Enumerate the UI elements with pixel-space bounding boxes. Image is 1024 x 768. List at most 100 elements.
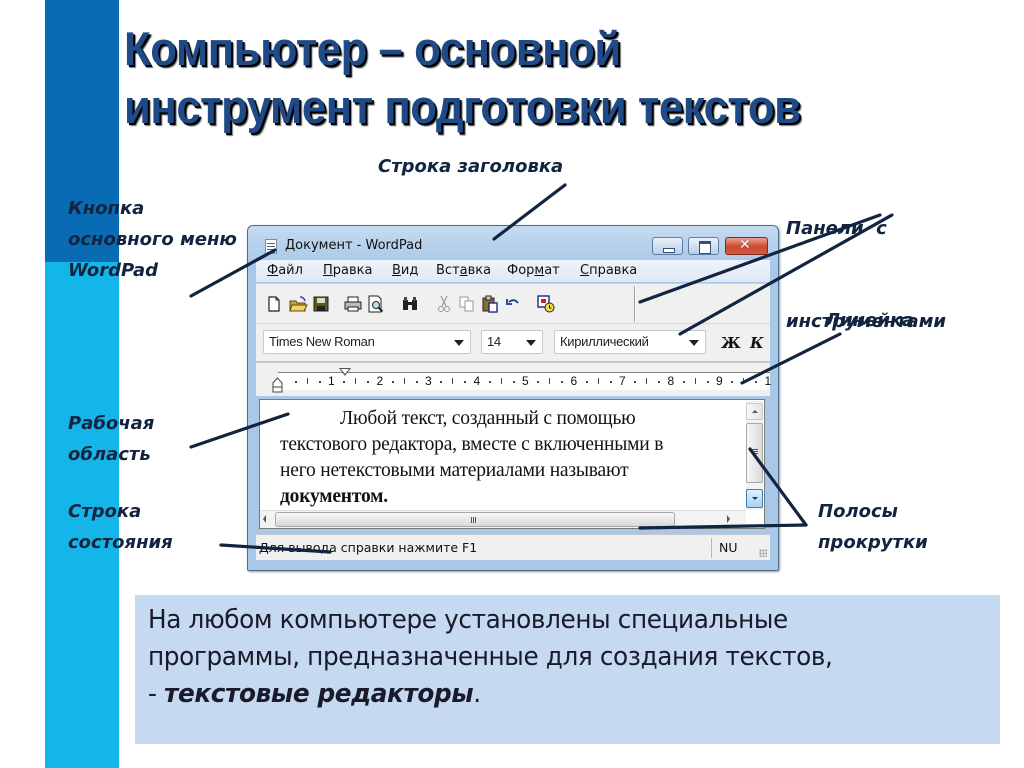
standard-toolbar — [256, 283, 770, 323]
find-binoculars-icon — [403, 297, 417, 310]
menu-label: правка — [589, 263, 638, 278]
callout-line: Рабочая — [68, 413, 155, 434]
info-line-3: - текстовые редакторы. — [148, 676, 973, 713]
wordpad-app-icon[interactable] — [265, 239, 277, 254]
scroll-right-icon[interactable] — [727, 515, 730, 523]
slide-title-line-2: инструмент подготовки текстов — [124, 80, 801, 133]
menu-accel: П — [323, 263, 333, 278]
callout-line: основного меню — [68, 229, 237, 250]
callout-line: состояния — [68, 532, 173, 553]
menu-format[interactable]: Формат — [507, 263, 560, 278]
scroll-down-button[interactable] — [746, 489, 763, 508]
cut-button[interactable] — [434, 294, 454, 314]
script-select[interactable]: Кириллический — [554, 330, 706, 354]
ruler-dot — [682, 381, 685, 383]
vertical-scrollbar[interactable] — [746, 401, 763, 510]
ruler-dot — [440, 381, 442, 383]
callout-work-area: Рабочая область — [68, 408, 154, 470]
ruler-dot — [755, 381, 757, 383]
scroll-up-button[interactable] — [746, 403, 763, 420]
chevron-down-icon — [454, 340, 464, 346]
callout-ruler: Линейка — [825, 305, 914, 336]
wordpad-window: Документ - WordPad Файл Правка Вид Встав… — [247, 225, 779, 571]
menu-accel: а — [459, 263, 468, 278]
document-line-text: Любой текст, созданный с помощью — [340, 408, 636, 429]
document-text[interactable]: Любой текст, созданный с помощью текстов… — [280, 406, 742, 510]
left-indent-marker[interactable] — [272, 377, 283, 393]
undo-button[interactable] — [503, 294, 523, 314]
first-line-indent-marker[interactable] — [339, 368, 351, 376]
save-button[interactable] — [311, 294, 331, 314]
print-preview-button[interactable] — [366, 294, 386, 314]
info-text: На любом компьютере установлены специаль… — [148, 602, 973, 713]
ruler-number: 5 — [522, 374, 529, 388]
callout-line: Строка — [68, 501, 142, 522]
ruler-dot — [488, 381, 491, 383]
menu-edit[interactable]: Правка — [323, 263, 372, 278]
menu-view[interactable]: Вид — [392, 263, 418, 278]
menu-accel: Ф — [267, 263, 279, 278]
info-line-1: На любом компьютере установлены специаль… — [148, 605, 788, 635]
insert-date-time-button[interactable] — [536, 294, 556, 314]
italic-button[interactable]: К — [750, 334, 764, 352]
chevron-down-icon — [526, 340, 536, 346]
minimize-button[interactable] — [652, 237, 683, 255]
ruler-number: 3 — [425, 374, 432, 388]
font-size-select[interactable]: 14 — [481, 330, 543, 354]
print-button[interactable] — [343, 294, 363, 314]
maximize-button[interactable] — [688, 237, 719, 255]
callout-line: Полосы — [818, 501, 898, 522]
status-divider — [711, 538, 712, 558]
ruler-number: 7 — [619, 374, 626, 388]
vertical-scroll-thumb[interactable] — [746, 423, 763, 483]
menu-label: равка — [332, 263, 373, 278]
ruler-tick — [597, 378, 599, 384]
menu-label: вка — [467, 263, 492, 278]
callout-status-bar: Строка состояния — [68, 496, 173, 558]
document-line-text: текстового редактора, вместе с включенны… — [280, 434, 664, 455]
print-icon — [344, 296, 362, 312]
find-button[interactable] — [400, 294, 420, 314]
font-size-value: 14 — [487, 334, 501, 349]
ruler-tick — [403, 378, 405, 384]
resize-grip-icon[interactable] — [759, 549, 767, 557]
scroll-left-icon[interactable] — [263, 515, 266, 523]
document-work-area[interactable]: Любой текст, созданный с помощью текстов… — [259, 399, 765, 529]
ruler-tick — [549, 378, 550, 384]
document-bold-text: документом. — [280, 486, 388, 507]
bold-button[interactable]: Ж — [721, 334, 741, 352]
ruler-dot — [658, 381, 660, 383]
menu-file[interactable]: Файл — [267, 263, 303, 278]
info-line-2: программы, предназначенные для создания … — [148, 642, 833, 672]
paste-button[interactable] — [480, 294, 500, 314]
ruler-dot — [391, 381, 394, 383]
new-document-icon — [268, 296, 280, 312]
title-bar[interactable]: Документ - WordPad — [248, 226, 778, 258]
format-toolbar: Times New Roman 14 Кириллический Ж К — [256, 323, 770, 361]
print-preview-icon — [368, 295, 384, 313]
ruler-tick — [646, 378, 647, 384]
horizontal-scroll-thumb[interactable] — [275, 512, 675, 527]
ruler-number: 4 — [473, 374, 481, 388]
new-button[interactable] — [264, 294, 284, 314]
callout-scrollbars: Полосы прокрутки — [818, 496, 928, 558]
open-button[interactable] — [288, 294, 308, 314]
horizontal-scrollbar[interactable] — [260, 510, 746, 528]
ruler[interactable]: 1 2 3 4 5 6 7 8 9 1 — [256, 362, 771, 396]
ruler-number: 8 — [667, 374, 675, 388]
menu-help[interactable]: Справка — [580, 263, 637, 278]
copy-button[interactable] — [457, 294, 477, 314]
slide-title: Компьютер – основной инструмент подготов… — [124, 20, 961, 136]
ruler-number: 1 — [328, 374, 335, 388]
font-name-select[interactable]: Times New Roman — [263, 330, 471, 354]
document-line: документом. — [280, 484, 742, 510]
menu-bar: Файл Правка Вид Вставка Формат Справка — [256, 260, 770, 282]
menu-label: ат — [544, 263, 560, 278]
callout-line: Строка заголовка — [378, 156, 564, 177]
document-line: Любой текст, созданный с помощью — [280, 406, 742, 432]
menu-label: айл — [278, 263, 303, 278]
close-button[interactable] — [725, 237, 768, 255]
ruler-tick — [306, 378, 308, 384]
ruler-dot — [343, 381, 345, 383]
menu-insert[interactable]: Вставка — [436, 263, 491, 278]
